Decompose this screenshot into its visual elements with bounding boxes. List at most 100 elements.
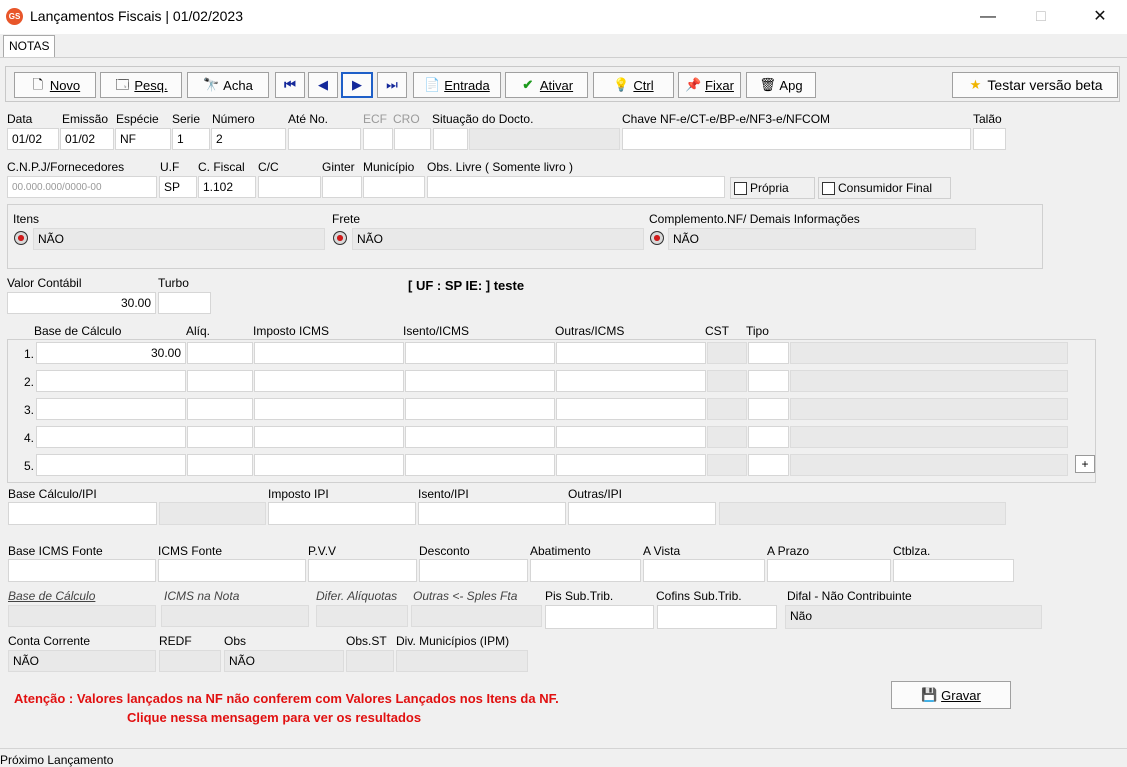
- a-prazo-field[interactable]: [767, 559, 891, 582]
- row-aliq-field[interactable]: [187, 426, 253, 448]
- row-aliq-field[interactable]: [187, 342, 253, 364]
- uf-label: U.F: [160, 160, 180, 174]
- imposto-ipi-field[interactable]: [268, 502, 416, 525]
- row-tipo-field[interactable]: [748, 426, 789, 448]
- novo-button[interactable]: 🗋 Novo: [14, 72, 96, 98]
- base-icms-fonte-field[interactable]: [8, 559, 156, 582]
- row-base-field[interactable]: [36, 426, 186, 448]
- row-aliq-field[interactable]: [187, 370, 253, 392]
- outras-ipi-field[interactable]: [568, 502, 716, 525]
- pvv-field[interactable]: [308, 559, 417, 582]
- first-record-button[interactable]: ⏮: [275, 72, 305, 98]
- row-base-field[interactable]: [36, 370, 186, 392]
- add-row-button[interactable]: +: [1075, 455, 1095, 473]
- propria-checkbox[interactable]: Própria: [730, 177, 815, 199]
- isento-ipi-field[interactable]: [418, 502, 566, 525]
- fixar-button[interactable]: 📌 Fixar: [678, 72, 741, 98]
- talao-field[interactable]: [973, 128, 1006, 150]
- ecf-label: ECF: [363, 112, 387, 126]
- municipio-label: Município: [363, 160, 415, 174]
- base-ipi-field[interactable]: [8, 502, 157, 525]
- row-outras-field[interactable]: [556, 426, 706, 448]
- propria-check-box[interactable]: [734, 181, 747, 195]
- ginter-field[interactable]: [322, 176, 362, 198]
- row-isento-field[interactable]: [405, 426, 555, 448]
- previous-record-button[interactable]: ◀: [308, 72, 338, 98]
- cro-field[interactable]: [394, 128, 431, 150]
- tab-notas[interactable]: NOTAS: [3, 35, 56, 57]
- consumidor-check-box[interactable]: [822, 181, 835, 195]
- obs-livre-field[interactable]: [427, 176, 725, 198]
- row-tipo-field[interactable]: [748, 454, 789, 476]
- row-tipo-field[interactable]: [748, 398, 789, 420]
- pis-sub-trib-field[interactable]: [545, 605, 654, 629]
- ecf-field[interactable]: [363, 128, 393, 150]
- row-isento-field[interactable]: [405, 454, 555, 476]
- uf-field[interactable]: SP: [159, 176, 197, 198]
- row-imposto-field[interactable]: [254, 370, 404, 392]
- row-aliq-field[interactable]: [187, 454, 253, 476]
- row-outras-field[interactable]: [556, 454, 706, 476]
- row-isento-field[interactable]: [405, 398, 555, 420]
- row-outras-field[interactable]: [556, 398, 706, 420]
- acha-button[interactable]: 🔭 Acha: [187, 72, 269, 98]
- numero-field[interactable]: 2: [211, 128, 286, 150]
- ate-no-field[interactable]: [288, 128, 361, 150]
- turbo-field[interactable]: [158, 292, 211, 314]
- serie-field[interactable]: 1: [172, 128, 210, 150]
- entrada-button[interactable]: 📄 Entrada: [413, 72, 501, 98]
- alert-message[interactable]: Atenção : Valores lançados na NF não con…: [14, 691, 559, 706]
- frete-radio-icon[interactable]: [333, 231, 347, 245]
- ctblza-field[interactable]: [893, 559, 1014, 582]
- municipio-field[interactable]: [363, 176, 425, 198]
- data-field[interactable]: 01/02: [7, 128, 59, 150]
- valor-contabil-field[interactable]: 30.00: [7, 292, 156, 314]
- icms-fonte-field[interactable]: [158, 559, 306, 582]
- minimize-button[interactable]: —: [965, 0, 1011, 34]
- cc-field[interactable]: [258, 176, 321, 198]
- a-vista-field[interactable]: [643, 559, 765, 582]
- row-tipo-field[interactable]: [748, 370, 789, 392]
- consumidor-final-checkbox[interactable]: Consumidor Final: [818, 177, 951, 199]
- close-button[interactable]: ✕: [1077, 0, 1123, 34]
- alert-link[interactable]: Clique nessa mensagem para ver os result…: [127, 710, 421, 725]
- row-imposto-field[interactable]: [254, 426, 404, 448]
- ativar-button[interactable]: ✔ Ativar: [505, 72, 588, 98]
- abatimento-field[interactable]: [530, 559, 641, 582]
- icms-nota-label: ICMS na Nota: [164, 589, 240, 603]
- row-isento-field[interactable]: [405, 370, 555, 392]
- next-record-button[interactable]: ▶: [341, 72, 373, 98]
- row-base-field[interactable]: [36, 454, 186, 476]
- row-outras-field[interactable]: [556, 370, 706, 392]
- div-municipios-label: Div. Municípios (IPM): [396, 634, 510, 648]
- cnpj-field[interactable]: 00.000.000/0000-00: [7, 176, 157, 198]
- cfiscal-field[interactable]: 1.102: [198, 176, 256, 198]
- row-base-field[interactable]: 30.00: [36, 342, 186, 364]
- itens-radio-icon[interactable]: [14, 231, 28, 245]
- row-tipo-field[interactable]: [748, 342, 789, 364]
- row-imposto-field[interactable]: [254, 398, 404, 420]
- tipo-header: Tipo: [746, 324, 769, 338]
- emissao-label: Emissão: [62, 112, 109, 126]
- cofins-sub-trib-field[interactable]: [657, 605, 777, 629]
- row-isento-field[interactable]: [405, 342, 555, 364]
- emissao-field[interactable]: 01/02: [60, 128, 114, 150]
- complemento-radio-icon[interactable]: [650, 231, 664, 245]
- gravar-button[interactable]: 💾 Gravar: [891, 681, 1011, 709]
- especie-field[interactable]: NF: [115, 128, 171, 150]
- apg-button[interactable]: 🗑 Apg: [746, 72, 816, 98]
- ctrl-button[interactable]: 💡 Ctrl: [593, 72, 674, 98]
- beta-button[interactable]: ★ Testar versão beta: [952, 72, 1118, 98]
- desconto-field[interactable]: [419, 559, 528, 582]
- row-outras-field[interactable]: [556, 342, 706, 364]
- chave-field[interactable]: [622, 128, 971, 150]
- row-aliq-field[interactable]: [187, 398, 253, 420]
- row-base-field[interactable]: [36, 398, 186, 420]
- situacao-code-field[interactable]: [433, 128, 468, 150]
- last-record-button[interactable]: ⏭: [377, 72, 407, 98]
- row-imposto-field[interactable]: [254, 342, 404, 364]
- pesq-button[interactable]: 🗔 Pesq.: [100, 72, 182, 98]
- row-imposto-field[interactable]: [254, 454, 404, 476]
- maximize-button[interactable]: □: [1018, 0, 1064, 34]
- trash-icon: 🗑: [759, 77, 776, 92]
